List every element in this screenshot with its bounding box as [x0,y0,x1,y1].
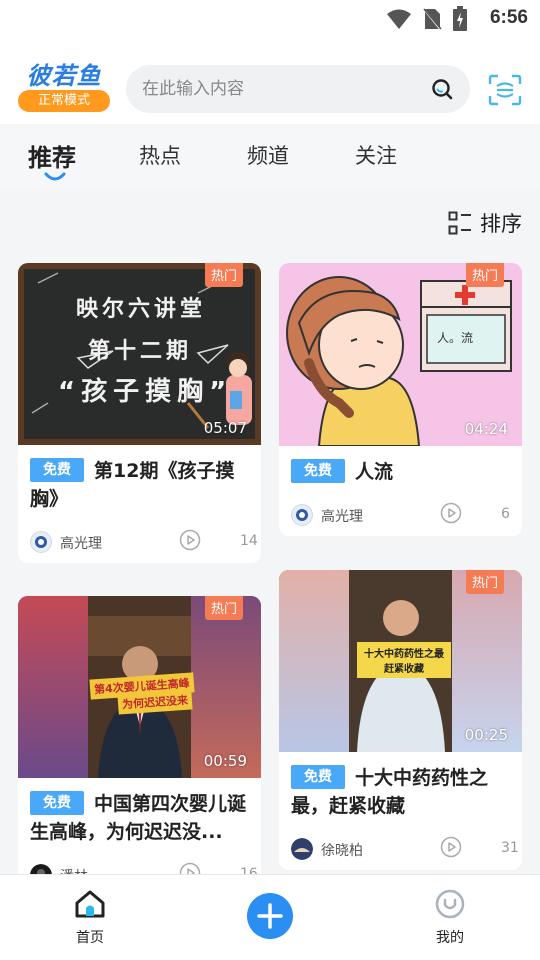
logo-text: 彼若鱼 [26,61,102,90]
thumb-caption: 十大中药药性之最 赶紧收藏 [357,642,451,678]
scan-icon[interactable] [488,74,522,106]
sort-label: 排序 [480,212,522,236]
video-card[interactable]: 映尔六讲堂 第十二期 “孩子摸胸” 热门 05:07 免费 第12期《孩子摸胸》 … [18,263,261,563]
thumb-text-line2: 第十二期 [88,339,193,364]
thumb-text: 人。流 [437,331,474,345]
free-badge: 免费 [291,765,345,789]
video-meta: 高光理 6 [291,496,510,536]
video-thumbnail[interactable]: 人。流 热门 04:24 [279,263,522,446]
sort-icon [448,211,471,235]
video-duration: 00:25 [464,726,508,744]
avatar[interactable] [291,504,313,526]
video-card[interactable]: 十大中药药性之最 赶紧收藏 热门 00:25 免费 十大中药药性之最，赶紧收藏 徐… [279,570,522,870]
no-sim-icon [422,7,442,31]
avatar[interactable] [291,838,313,860]
search-input[interactable] [142,65,412,113]
home-icon [75,890,105,918]
video-thumbnail[interactable]: 映尔六讲堂 第十二期 “孩子摸胸” 热门 05:07 [18,263,261,445]
video-title-row[interactable]: 免费 人流 [291,458,510,486]
play-count: 31 [501,840,519,856]
wifi-icon [387,9,411,29]
status-bar: 6:56 [0,0,540,40]
nav-home-label: 首页 [76,930,104,946]
video-card[interactable]: 第4次婴儿诞生高峰 为何迟迟没来 热门 00:59 免费 中国第四次婴儿诞生高峰，… [18,596,261,896]
tab-recommend[interactable]: 推荐 [28,138,76,173]
video-thumbnail[interactable]: 第4次婴儿诞生高峰 为何迟迟没来 热门 00:59 [18,596,261,778]
video-thumbnail[interactable]: 十大中药药性之最 赶紧收藏 热门 00:25 [279,570,522,752]
video-card[interactable]: 人。流 热门 04:24 免费 人流 高光理 6 [279,263,522,536]
video-duration: 04:24 [464,420,508,438]
status-icons [386,6,468,32]
profile-icon [435,889,465,919]
nav-mine-label: 我的 [436,930,464,946]
active-tab-indicator [44,172,66,181]
mode-badge[interactable]: 正常模式 [18,90,110,112]
search-icon[interactable] [430,77,454,101]
author-name[interactable]: 徐晓柏 [321,840,363,860]
nav-home[interactable]: 首页 [60,889,120,947]
video-meta: 高光理 14 [30,523,258,563]
play-count-icon [440,502,462,524]
play-count: 14 [240,533,258,549]
nav-mine[interactable]: 我的 [420,889,480,947]
header: 彼若鱼 正常模式 [0,40,540,124]
add-button[interactable] [247,893,293,939]
search-box[interactable] [126,65,470,113]
hot-tag: 热门 [204,263,243,287]
play-count: 6 [501,506,510,522]
video-title-row[interactable]: 免费 中国第四次婴儿诞生高峰，为何迟迟没... [30,790,249,846]
battery-icon [453,6,467,31]
tab-hot[interactable]: 热点 [139,140,181,170]
plus-icon [257,903,283,929]
bottom-nav: 首页 我的 [0,874,540,960]
cartoon-illustration [286,276,512,446]
hot-tag: 热门 [465,263,504,287]
video-title: 人流 [355,461,394,483]
status-time: 6:56 [489,7,528,28]
thumb-text-line1: 映尔六讲堂 [76,297,207,322]
author-name[interactable]: 高光理 [60,533,102,553]
free-badge: 免费 [291,459,345,483]
tab-follow[interactable]: 关注 [355,140,397,170]
hot-tag: 热门 [465,570,504,594]
video-title-row[interactable]: 免费 十大中药药性之最，赶紧收藏 [291,764,510,820]
video-duration: 05:07 [203,419,247,437]
sort-button[interactable]: 排序 [448,208,522,238]
author-name[interactable]: 高光理 [321,506,363,526]
category-tabs: 推荐 热点 频道 关注 [0,124,540,188]
thumb-caption-line2: 赶紧收藏 [384,664,424,675]
play-count-icon [179,529,201,551]
video-duration: 00:59 [203,752,247,770]
play-count-icon [440,836,462,858]
video-title-row[interactable]: 免费 第12期《孩子摸胸》 [30,457,249,513]
free-badge: 免费 [30,458,84,482]
free-badge: 免费 [30,791,84,815]
app-logo[interactable]: 彼若鱼 正常模式 [18,62,110,112]
avatar[interactable] [30,531,52,553]
hot-tag: 热门 [204,596,243,620]
tab-channel[interactable]: 频道 [247,140,289,170]
thumb-text-line3: “孩子摸胸” [58,377,233,407]
thumb-caption-line1: 十大中药药性之最 [364,649,444,660]
video-meta: 徐晓柏 31 [291,830,519,870]
